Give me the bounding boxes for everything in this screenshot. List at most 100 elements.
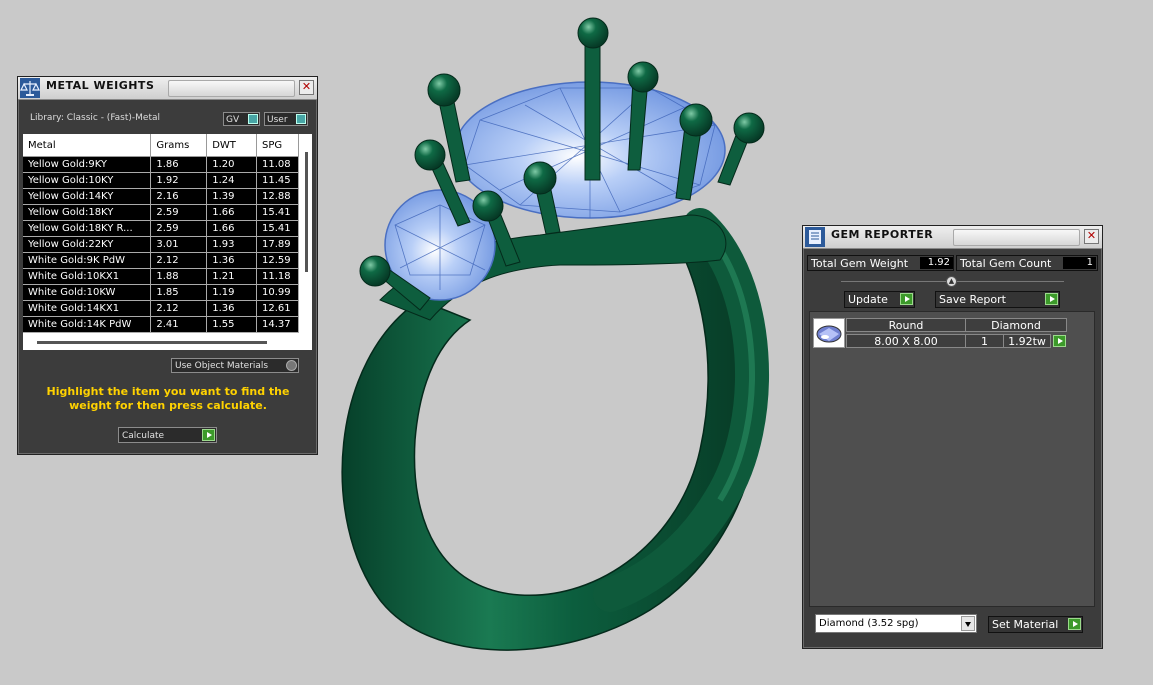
report-icon — [805, 227, 825, 247]
dwt-cell: 1.36 — [206, 300, 258, 317]
gem-size-cell: 8.00 X 8.00 — [846, 334, 966, 348]
save-report-label: Save Report — [939, 293, 1006, 306]
metal-table-grid: Metal Grams DWT SPG Yellow Gold:9KY 1.86 1… — [23, 134, 299, 333]
grams-cell: 1.92 — [150, 172, 208, 189]
scale-icon — [20, 78, 40, 98]
metal-weights-titlebar[interactable]: METAL WEIGHTS ✕ — [18, 77, 317, 100]
metal-name: Yellow Gold:22KY — [23, 236, 152, 253]
table-row[interactable]: White Gold:14KX1 2.12 1.36 12.61 — [23, 300, 299, 317]
table-row[interactable]: Yellow Gold:14KY 2.16 1.39 12.88 — [23, 188, 299, 205]
play-icon[interactable] — [900, 293, 913, 305]
close-icon[interactable]: ✕ — [1084, 229, 1099, 244]
column-header[interactable]: Grams — [150, 134, 208, 157]
material-select[interactable]: Diamond (3.52 spg) — [815, 614, 977, 633]
play-icon[interactable] — [1045, 293, 1058, 305]
set-material-label: Set Material — [992, 618, 1059, 631]
vertical-scrollbar[interactable] — [305, 152, 308, 272]
dwt-cell: 1.19 — [206, 284, 258, 301]
dwt-cell: 1.21 — [206, 268, 258, 285]
table-row[interactable]: Yellow Gold:22KY 3.01 1.93 17.89 — [23, 236, 299, 253]
save-report-button[interactable]: Save Report — [935, 291, 1060, 308]
metal-name: White Gold:14K PdW — [23, 316, 152, 333]
gem-select-button[interactable] — [1051, 334, 1067, 348]
dwt-cell: 1.66 — [206, 220, 258, 237]
column-header[interactable]: DWT — [206, 134, 258, 157]
spg-cell: 14.37 — [256, 316, 299, 333]
total-gem-count-value: 1 — [1063, 257, 1096, 269]
play-icon[interactable] — [202, 429, 215, 441]
spg-cell: 11.45 — [256, 172, 299, 189]
table-row[interactable]: White Gold:10KW 1.85 1.19 10.99 — [23, 284, 299, 301]
update-button[interactable]: Update — [844, 291, 915, 308]
gem-thumbnail-icon[interactable] — [813, 318, 845, 348]
table-header-row: Metal Grams DWT SPG — [23, 134, 299, 157]
grams-cell: 1.85 — [150, 284, 208, 301]
metal-name: Yellow Gold:18KY R... — [23, 220, 152, 237]
total-gem-count-field: Total Gem Count 1 — [956, 255, 1098, 271]
title-grip[interactable] — [168, 80, 295, 97]
table-row[interactable]: White Gold:9K PdW 2.12 1.36 12.59 — [23, 252, 299, 269]
gv-toggle-icon — [248, 114, 258, 124]
gem-weight-cell: 1.92tw — [1003, 334, 1051, 348]
total-gem-weight-label: Total Gem Weight — [811, 257, 909, 270]
table-row[interactable]: Yellow Gold:10KY 1.92 1.24 11.45 — [23, 172, 299, 189]
table-row[interactable]: White Gold:14K PdW 2.41 1.55 14.37 — [23, 316, 299, 333]
gem-list[interactable]: Round Diamond 8.00 X 8.00 1 1.92tw — [809, 311, 1095, 607]
metal-name: Yellow Gold:9KY — [23, 156, 152, 173]
panel-title: METAL WEIGHTS — [46, 79, 155, 92]
table-row[interactable]: Yellow Gold:18KY R... 2.59 1.66 15.41 — [23, 220, 299, 237]
dwt-cell: 1.55 — [206, 316, 258, 333]
table-row[interactable]: White Gold:10KX1 1.88 1.21 11.18 — [23, 268, 299, 285]
library-label: Library: Classic - (Fast)-Metal — [30, 113, 161, 123]
metal-name: Yellow Gold:18KY — [23, 204, 152, 221]
gem-count-cell: 1 — [965, 334, 1004, 348]
close-icon[interactable]: ✕ — [299, 80, 314, 95]
metal-name: White Gold:10KW — [23, 284, 152, 301]
dwt-cell: 1.39 — [206, 188, 258, 205]
column-header[interactable]: Metal — [23, 134, 152, 157]
spg-cell: 15.41 — [256, 204, 299, 221]
metal-table[interactable]: Metal Grams DWT SPG Yellow Gold:9KY 1.86 1… — [23, 134, 312, 350]
dwt-cell: 1.20 — [206, 156, 258, 173]
radio-icon[interactable] — [286, 360, 297, 371]
use-object-materials-option[interactable]: Use Object Materials — [171, 358, 299, 373]
user-toggle[interactable]: User — [264, 112, 308, 126]
material-select-value: Diamond (3.52 spg) — [819, 618, 919, 629]
horizontal-scrollbar[interactable] — [37, 341, 267, 344]
collapse-icon[interactable]: ▲ — [946, 276, 957, 287]
use-object-materials-label: Use Object Materials — [175, 361, 269, 371]
chevron-down-icon[interactable] — [961, 616, 975, 631]
gem-reporter-panel: GEM REPORTER ✕ Total Gem Weight 1.92 Tot… — [802, 225, 1103, 649]
dwt-cell: 1.24 — [206, 172, 258, 189]
grams-cell: 2.16 — [150, 188, 208, 205]
title-grip[interactable] — [953, 229, 1080, 246]
metal-name: Yellow Gold:10KY — [23, 172, 152, 189]
gem-reporter-titlebar[interactable]: GEM REPORTER ✕ — [803, 226, 1102, 249]
table-row[interactable]: Yellow Gold:18KY 2.59 1.66 15.41 — [23, 204, 299, 221]
gv-toggle[interactable]: GV — [223, 112, 260, 126]
calculate-button[interactable]: Calculate — [118, 427, 217, 443]
set-material-button[interactable]: Set Material — [988, 616, 1083, 633]
gem-shape-cell: Round — [846, 318, 966, 332]
dwt-cell: 1.36 — [206, 252, 258, 269]
spg-cell: 10.99 — [256, 284, 299, 301]
grams-cell: 2.59 — [150, 220, 208, 237]
grams-cell: 2.41 — [150, 316, 208, 333]
play-icon[interactable] — [1053, 335, 1066, 347]
gv-label: GV — [226, 115, 240, 125]
table-row[interactable]: Yellow Gold:9KY 1.86 1.20 11.08 — [23, 156, 299, 173]
metal-name: White Gold:10KX1 — [23, 268, 152, 285]
spg-cell: 12.59 — [256, 252, 299, 269]
panel-title: GEM REPORTER — [831, 228, 934, 241]
dwt-cell: 1.66 — [206, 204, 258, 221]
grams-cell: 2.59 — [150, 204, 208, 221]
metal-name: White Gold:14KX1 — [23, 300, 152, 317]
total-gem-count-label: Total Gem Count — [960, 257, 1052, 270]
play-icon[interactable] — [1068, 618, 1081, 630]
column-header[interactable]: SPG — [256, 134, 299, 157]
grams-cell: 3.01 — [150, 236, 208, 253]
round-gem-icon — [816, 325, 842, 343]
grams-cell: 2.12 — [150, 252, 208, 269]
metal-name: Yellow Gold:14KY — [23, 188, 152, 205]
total-gem-weight-value: 1.92 — [920, 257, 953, 269]
